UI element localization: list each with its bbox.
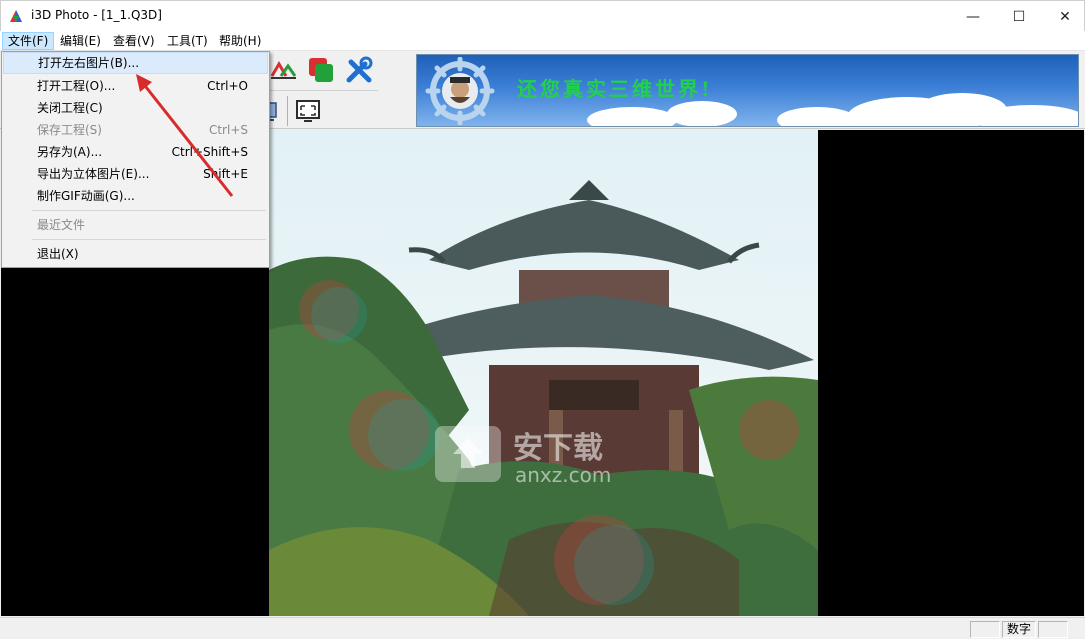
- menu-item-label: 最近文件: [37, 218, 86, 232]
- banner-cloud: [587, 107, 677, 126]
- menu-export-stereo-image[interactable]: 导出为立体图片(E)... Shift+E: [3, 163, 268, 185]
- menu-item-shortcut: Shift+E: [203, 167, 248, 181]
- menu-save-project: 保存工程(S) Ctrl+S: [3, 119, 268, 141]
- window-title: i3D Photo - [1_1.Q3D]: [31, 8, 162, 22]
- status-cell-empty: [1038, 621, 1068, 638]
- fullscreen-icon[interactable]: [293, 96, 323, 126]
- minimize-button[interactable]: —: [950, 1, 996, 32]
- menu-file[interactable]: 文件(F): [2, 32, 55, 50]
- menu-help[interactable]: 帮助(H): [214, 32, 266, 50]
- title-bar: i3D Photo - [1_1.Q3D] — ☐ ✕: [0, 0, 1085, 31]
- toolbar-divider: [270, 90, 378, 91]
- menu-exit[interactable]: 退出(X): [3, 243, 268, 265]
- status-num-indicator: 数字: [1002, 621, 1036, 638]
- tools-icon[interactable]: [344, 55, 374, 85]
- helm-logo-icon: [425, 57, 495, 125]
- toolbar-separator: [287, 96, 288, 126]
- anaglyph-photo: [269, 130, 818, 616]
- banner-cloud: [667, 101, 737, 126]
- menu-separator: [32, 239, 266, 240]
- file-menu-dropdown: 打开左右图片(B)... 打开工程(O)... Ctrl+O 关闭工程(C) 保…: [1, 51, 270, 268]
- menu-item-shortcut: Ctrl+Shift+S: [171, 145, 248, 159]
- menu-open-left-right-images[interactable]: 打开左右图片(B)...: [3, 52, 268, 74]
- banner-slogan: 还您真实三维世界!: [517, 77, 713, 101]
- watermark-text: 安下载: [513, 431, 603, 466]
- close-button[interactable]: ✕: [1042, 1, 1085, 32]
- menu-recent-files: 最近文件: [3, 214, 268, 236]
- menu-item-label: 打开工程(O)...: [37, 79, 116, 93]
- banner: 还您真实三维世界!: [416, 54, 1079, 127]
- menu-item-shortcut: Ctrl+O: [207, 79, 248, 93]
- menu-view[interactable]: 查看(V): [108, 32, 160, 50]
- menu-make-gif[interactable]: 制作GIF动画(G)...: [3, 185, 268, 207]
- menu-close-project[interactable]: 关闭工程(C): [3, 97, 268, 119]
- watermark-domain: anxz.com: [515, 463, 611, 487]
- menu-tools[interactable]: 工具(T): [162, 32, 213, 50]
- color-block-icon[interactable]: [306, 55, 336, 85]
- status-cell-empty: [970, 621, 1000, 638]
- menu-open-project[interactable]: 打开工程(O)... Ctrl+O: [3, 75, 268, 97]
- menu-item-label: 导出为立体图片(E)...: [37, 167, 150, 181]
- transform-icon[interactable]: [268, 55, 298, 85]
- menu-item-label: 退出(X): [37, 247, 79, 261]
- watermark-logo: 安下载 anxz.com: [435, 426, 611, 487]
- menu-item-label: 另存为(A)...: [37, 145, 103, 159]
- menu-item-shortcut: Ctrl+S: [208, 123, 248, 137]
- menu-separator: [32, 210, 266, 211]
- menu-item-label: 关闭工程(C): [37, 101, 103, 115]
- menu-item-label: 制作GIF动画(G)...: [37, 189, 135, 203]
- app-icon: [10, 10, 22, 22]
- menu-edit[interactable]: 编辑(E): [55, 32, 106, 50]
- menu-bar: 文件(F) 编辑(E) 查看(V) 工具(T) 帮助(H): [0, 31, 1085, 51]
- maximize-button[interactable]: ☐: [996, 1, 1042, 32]
- menu-save-as[interactable]: 另存为(A)... Ctrl+Shift+S: [3, 141, 268, 163]
- menu-item-label: 打开左右图片(B)...: [38, 56, 140, 70]
- banner-cloud: [777, 107, 857, 126]
- menu-item-label: 保存工程(S): [37, 123, 102, 137]
- status-bar: 数字: [0, 617, 1085, 639]
